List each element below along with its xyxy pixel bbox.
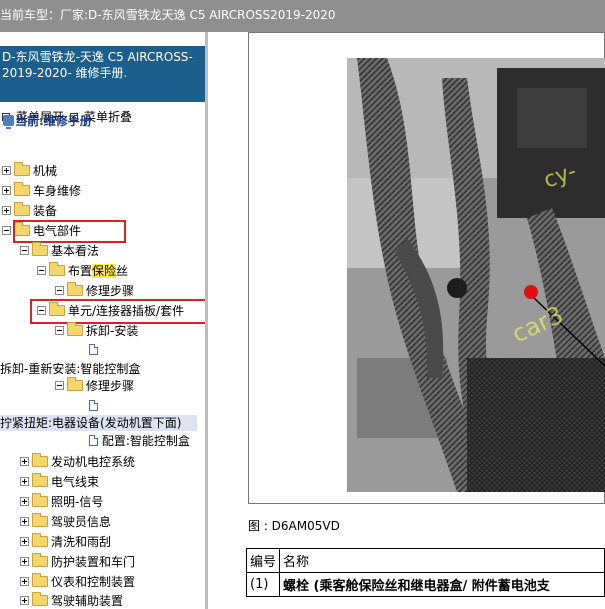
folder-icon [32, 553, 48, 567]
tree-item-body-repair[interactable]: 车身维修 [2, 182, 82, 199]
folder-icon [32, 533, 48, 547]
vehicle-model-value: 厂家:D-东风雪铁龙天逸 C5 AIRCROSS2019-2020 [60, 8, 336, 22]
tree-item-remove-install[interactable]: 拆卸-安装 [55, 322, 139, 339]
folder-icon [32, 453, 48, 467]
tree-item-label: 布置 [68, 264, 93, 278]
tree-item-label: 仪表和控制装置 [51, 575, 136, 589]
tree-item-protect-doors[interactable]: 防护装置和车门 [20, 553, 136, 570]
tree-item-label: 清洗和雨刮 [51, 535, 112, 549]
highlight-box-unit-connector [30, 299, 221, 324]
expand-toggle-icon[interactable] [2, 166, 11, 175]
expand-toggle-icon[interactable] [20, 577, 29, 586]
folder-icon [32, 493, 48, 507]
folder-open-icon [32, 242, 48, 256]
tree-item-config-box[interactable]: 配置:智能控制盒 [89, 433, 190, 449]
table-row: (1) 螺栓 (乘客舱保险丝和继电器盒/ 附件蓄电池支 [245, 572, 605, 597]
parts-table: 编号 名称 (1) 螺栓 (乘客舱保险丝和继电器盒/ 附件蓄电池支 [245, 548, 605, 597]
expand-toggle-icon[interactable] [2, 206, 11, 215]
folder-open-icon [49, 262, 65, 276]
folder-open-icon [67, 377, 83, 391]
search-highlight: 保险 [92, 264, 117, 278]
document-icon [89, 435, 98, 446]
engine-bay-photo: cy- car3 [347, 58, 605, 492]
table-header-number: 编号 [245, 548, 281, 573]
expand-toggle-icon[interactable] [20, 557, 29, 566]
tree-item-label: 修理步骤 [86, 284, 135, 298]
folder-icon [14, 182, 30, 196]
collapse-toggle-icon[interactable] [55, 326, 64, 335]
tree-root-label: 当前:维修手册 [15, 114, 92, 128]
tree-item-label: 照明-信号 [51, 495, 104, 509]
tree-item-harness[interactable]: 电气线束 [20, 473, 100, 490]
table-cell-name: 螺栓 (乘客舱保险丝和继电器盒/ 附件蓄电池支 [279, 572, 605, 597]
expand-toggle-icon[interactable] [20, 596, 29, 605]
expand-toggle-icon[interactable] [20, 477, 29, 486]
tree-item-label: 电气线束 [51, 475, 100, 489]
collapse-toggle-icon[interactable] [37, 266, 46, 275]
folder-icon [32, 473, 48, 487]
tree-item-remove-reinstall-box[interactable]: 拆卸-重新安装:智能控制盒 [0, 361, 140, 377]
tree-item-label: 拆卸-重新安装:智能控制盒 [0, 362, 141, 376]
tree-item-document-1[interactable] [89, 342, 98, 358]
vehicle-model-label: 当前车型： [0, 8, 61, 22]
tree-item-repair-steps-1[interactable]: 修理步骤 [55, 282, 135, 299]
tree-item-fuse-layout[interactable]: 布置保险丝 [37, 262, 129, 279]
tree-item-label-suffix: 丝 [116, 264, 129, 278]
tree-item-mechanical[interactable]: 机械 [2, 162, 58, 179]
folder-icon [32, 592, 48, 606]
tree-root-current[interactable]: 当前:维修手册 [3, 112, 92, 129]
expand-toggle-icon[interactable] [20, 537, 29, 546]
manual-title[interactable]: D-东风雪铁龙-天逸 C5 AIRCROSS-2019-2020- 维修手册. [0, 46, 205, 102]
tree-item-label: 拧紧扭矩:电器设备(发动机置下面) [0, 416, 182, 430]
table-header-name: 名称 [279, 548, 605, 573]
expand-toggle-icon[interactable] [20, 497, 29, 506]
tree-item-label: 车身维修 [33, 184, 82, 198]
tree-item-instruments-controls[interactable]: 仪表和控制装置 [20, 573, 136, 590]
tree-item-basic-view[interactable]: 基本看法 [20, 242, 100, 259]
tree-item-driving-assist[interactable]: 驾驶辅助装置 [20, 592, 124, 609]
tree-item-label: 配置:智能控制盒 [101, 434, 190, 448]
folder-icon [14, 202, 30, 216]
highlight-box-electrical [13, 220, 126, 243]
tree-item-label: 装备 [33, 204, 58, 218]
folder-icon [32, 513, 48, 527]
expand-toggle-icon[interactable] [20, 457, 29, 466]
tree-item-repair-steps-2[interactable]: 修理步骤 [55, 377, 135, 394]
folder-open-icon [67, 322, 83, 336]
tree-item-label: 基本看法 [51, 244, 100, 258]
tree-item-label: 发动机电控系统 [51, 455, 136, 469]
document-icon [89, 400, 98, 411]
tree-item-document-2[interactable] [89, 398, 98, 414]
tree-item-label: 修理步骤 [86, 379, 135, 393]
folder-icon [32, 573, 48, 587]
tree-item-equipment[interactable]: 装备 [2, 202, 58, 219]
collapse-toggle-icon[interactable] [55, 381, 64, 390]
tree-item-lighting-signal[interactable]: 照明-信号 [20, 493, 104, 510]
document-icon [89, 344, 98, 355]
figure-caption: 图 : D6AM05VD [248, 519, 340, 533]
folder-icon [14, 162, 30, 176]
tree-item-label: 防护装置和车门 [51, 555, 136, 569]
tree-item-label: 拆卸-安装 [86, 324, 139, 338]
table-header-row: 编号 名称 [245, 548, 605, 573]
table-cell-number: (1) [245, 572, 281, 597]
tree-item-wash-wipe[interactable]: 清洗和雨刮 [20, 533, 112, 550]
tree-item-label: 机械 [33, 164, 58, 178]
tree-item-label: 驾驶员信息 [51, 515, 112, 529]
computer-icon [3, 115, 14, 129]
folder-open-icon [67, 282, 83, 296]
collapse-toggle-icon[interactable] [55, 286, 64, 295]
tree-item-driver-info[interactable]: 驾驶员信息 [20, 513, 112, 530]
tree-item-label: 驾驶辅助装置 [51, 594, 124, 608]
collapse-toggle-icon[interactable] [20, 246, 29, 255]
tree-item-engine-ecu[interactable]: 发动机电控系统 [20, 453, 136, 470]
collapse-toggle-icon[interactable] [2, 226, 11, 235]
vehicle-model-bar: 当前车型：厂家:D-东风雪铁龙天逸 C5 AIRCROSS2019-2020 [0, 0, 605, 32]
tree-item-torque-spec[interactable]: 拧紧扭矩:电器设备(发动机置下面) [0, 415, 197, 431]
expand-toggle-icon[interactable] [20, 517, 29, 526]
expand-toggle-icon[interactable] [2, 186, 11, 195]
